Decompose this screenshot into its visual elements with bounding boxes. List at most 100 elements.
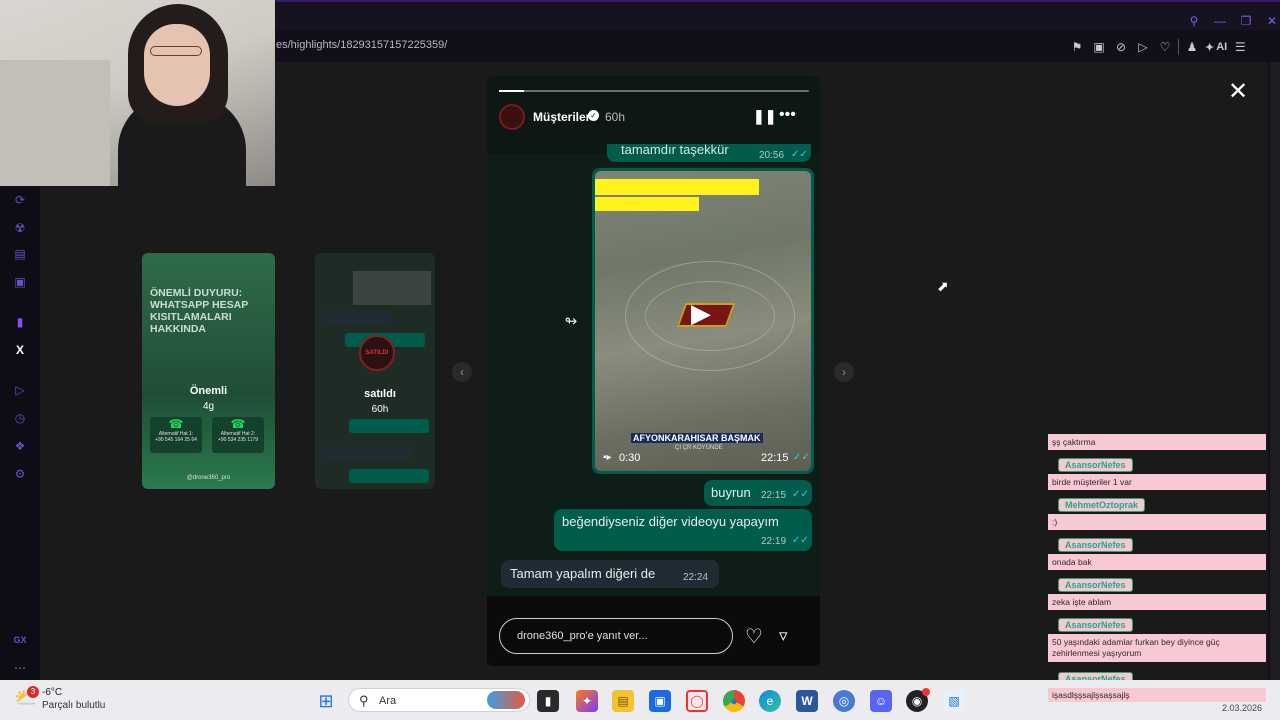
notification-dot bbox=[922, 688, 930, 696]
window-controls: ⚲ — ❐ ✕ bbox=[1185, 12, 1280, 30]
close-icon[interactable]: ✕ bbox=[1226, 80, 1250, 104]
divider bbox=[1178, 39, 1179, 55]
video-message-bubble[interactable]: ▶ AFYONKARAHISAR BAŞMAK ÇI ÇR KÖYÜNDE ▪▸… bbox=[592, 168, 814, 474]
edge-icon[interactable]: e bbox=[759, 690, 781, 712]
message-text: tamamdır taşekkür bbox=[621, 142, 729, 157]
more-options-icon[interactable]: ••• bbox=[779, 106, 796, 124]
thumb-time: 4g bbox=[202, 401, 215, 412]
chat-message: şş çaktırma bbox=[1048, 434, 1266, 450]
file-explorer-icon[interactable]: ▤ bbox=[612, 690, 634, 712]
ai-button[interactable]: ✦ AI bbox=[1205, 38, 1227, 56]
whatsapp-icon: ☎ bbox=[168, 417, 184, 431]
history-icon[interactable]: ◷ bbox=[12, 410, 28, 426]
bookmark-icon[interactable]: ⚑ bbox=[1068, 38, 1086, 56]
chat-bubble-out: tamamdır taşekkür 20:56 ✓✓ bbox=[607, 142, 811, 162]
restore-icon[interactable]: ❐ bbox=[1237, 12, 1255, 30]
weather-badge: 3 bbox=[27, 686, 39, 698]
search-icon[interactable]: ⚲ bbox=[1185, 12, 1203, 30]
extensions-icon[interactable]: ❖ bbox=[12, 438, 28, 454]
chat-message: :) bbox=[1048, 514, 1266, 530]
couch-shape bbox=[0, 60, 110, 186]
send-icon[interactable]: ▿ bbox=[779, 626, 788, 646]
play-icon[interactable]: ▷ bbox=[1134, 38, 1152, 56]
settings-icon[interactable]: ⚙ bbox=[12, 466, 28, 482]
chat-message: zeka işte ablam bbox=[1048, 594, 1266, 610]
opera-gx-icon[interactable]: ◯ bbox=[686, 690, 708, 712]
chat-message: onada bak bbox=[1048, 554, 1266, 570]
video-thumbnail[interactable]: ▶ AFYONKARAHISAR BAŞMAK ÇI ÇR KÖYÜNDE ▪▸… bbox=[595, 171, 811, 471]
story-thumb-satildi[interactable]: SATILDI satıldı 60h bbox=[315, 253, 435, 489]
mouse-cursor-icon: ⬈ bbox=[937, 278, 949, 294]
ai-icon: ✦ bbox=[1205, 41, 1215, 54]
message-time: 22:19 bbox=[761, 536, 787, 547]
x-icon[interactable]: X bbox=[12, 342, 28, 358]
thumb-label: Önemli bbox=[189, 385, 228, 397]
close-window-icon[interactable]: ✕ bbox=[1263, 12, 1280, 30]
store-icon[interactable]: ☢ bbox=[12, 220, 28, 236]
reply-input[interactable]: drone360_pro'e yanıt ver... bbox=[499, 618, 733, 654]
like-heart-icon[interactable]: ♡ bbox=[745, 624, 763, 649]
toolbar-icons: ⚑ ▣ ⊘ ▷ ♡ ♟ ✦ AI ☰ bbox=[1068, 38, 1249, 56]
webcam-overlay bbox=[0, 0, 275, 186]
thumb-label: satıldı bbox=[364, 388, 396, 400]
refresh-icon[interactable]: ⟳ bbox=[12, 192, 28, 208]
video-caption-small: ÇI ÇR KÖYÜNDE bbox=[675, 445, 723, 451]
terminal-icon[interactable]: ▧ bbox=[943, 690, 965, 712]
play-video-icon[interactable]: ▶ bbox=[691, 299, 719, 327]
pause-icon[interactable]: ❚❚ bbox=[753, 108, 776, 125]
m-app-icon[interactable]: ▣ bbox=[12, 274, 28, 290]
adblock-icon[interactable]: ⊘ bbox=[1112, 38, 1130, 56]
chat-bubble-placeholder bbox=[349, 419, 429, 433]
snapshot-icon[interactable]: ▣ bbox=[1090, 38, 1108, 56]
wallpaper-icon[interactable]: ▤ bbox=[12, 246, 28, 262]
message-time: 20:56 bbox=[759, 150, 785, 161]
task-view-icon[interactable]: ▮ bbox=[537, 690, 559, 712]
date-text: 2.03.2026 bbox=[1222, 703, 1263, 713]
twitch-icon[interactable]: ▮ bbox=[12, 314, 28, 330]
more-icon[interactable]: ⋯ bbox=[12, 660, 28, 676]
store-app-icon[interactable]: ▣ bbox=[649, 690, 671, 712]
thumb-heading: ÖNEMLİ DUYURU: WHATSAPP HESAP KISITLAMAL… bbox=[150, 287, 249, 335]
word-icon[interactable]: W bbox=[796, 690, 818, 712]
story-card: Müşteriler ✓ 60h ❚❚ ••• tamamdır taşekkü… bbox=[487, 76, 820, 666]
chevron-right-icon: › bbox=[842, 365, 846, 379]
taskbar-search[interactable]: ⚲ Ara bbox=[348, 688, 530, 712]
globe-icon[interactable]: ◎ bbox=[833, 690, 855, 712]
chat-bubble-placeholder bbox=[321, 311, 391, 325]
profile-icon[interactable]: ♟ bbox=[1183, 38, 1201, 56]
chat-bubble-placeholder bbox=[321, 447, 411, 461]
yellow-redaction bbox=[595, 197, 699, 211]
progress-fill bbox=[499, 90, 524, 92]
thumb-footer: @drone360_pro bbox=[186, 475, 231, 481]
copilot-icon[interactable]: ✦ bbox=[576, 690, 598, 712]
menu-icon[interactable]: ☰ bbox=[1231, 38, 1249, 56]
gx-icon[interactable]: GX bbox=[12, 632, 28, 648]
read-ticks-icon: ✓✓ bbox=[793, 452, 810, 463]
read-ticks-icon: ✓✓ bbox=[792, 535, 809, 546]
next-story-button[interactable]: › bbox=[834, 362, 854, 382]
url-text[interactable]: es/highlights/18293157157225359/ bbox=[276, 39, 447, 51]
discord-icon[interactable]: ☺ bbox=[870, 690, 892, 712]
chat-message: 50 yaşındaki adamlar furkan bey diyince … bbox=[1048, 634, 1266, 662]
chrome-icon[interactable]: ● bbox=[723, 690, 745, 712]
time-ago: 60h bbox=[605, 110, 626, 124]
minimize-icon[interactable]: — bbox=[1211, 12, 1229, 30]
prev-story-button[interactable]: ‹ bbox=[452, 362, 472, 382]
browser-sidebar: ⟳ ☢ ▤ ▣ ▮ X ▷ ◷ ❖ ⚙ GX ⋯ bbox=[0, 186, 40, 680]
forward-icon[interactable]: ↬ bbox=[559, 310, 583, 334]
scrollbar[interactable] bbox=[1270, 62, 1280, 680]
player-icon[interactable]: ▷ bbox=[12, 382, 28, 398]
blurred-image bbox=[353, 271, 431, 305]
chat-message: işasdlşşsajlşsaşsajlş bbox=[1048, 688, 1266, 702]
reply-placeholder: drone360_pro'e yanıt ver... bbox=[517, 630, 648, 642]
chat-bubble-out: beğendiyseniz diğer videoyu yapayım 22:1… bbox=[554, 509, 812, 551]
heart-icon[interactable]: ♡ bbox=[1156, 38, 1174, 56]
avatar[interactable] bbox=[499, 104, 525, 130]
chat-bubble-in: Tamam yapalım diğeri de 22:24 bbox=[501, 560, 719, 588]
start-windows-icon[interactable]: ⊞ bbox=[315, 690, 337, 712]
chat-username: MehmetOztoprak bbox=[1058, 498, 1146, 512]
story-thumb-onemli[interactable]: ÖNEMLİ DUYURU: WHATSAPP HESAP KISITLAMAL… bbox=[142, 253, 275, 489]
video-camera-icon: ▪▸ bbox=[603, 452, 612, 463]
username[interactable]: Müşteriler bbox=[533, 110, 590, 124]
weather-temp: -6°C bbox=[42, 687, 63, 698]
